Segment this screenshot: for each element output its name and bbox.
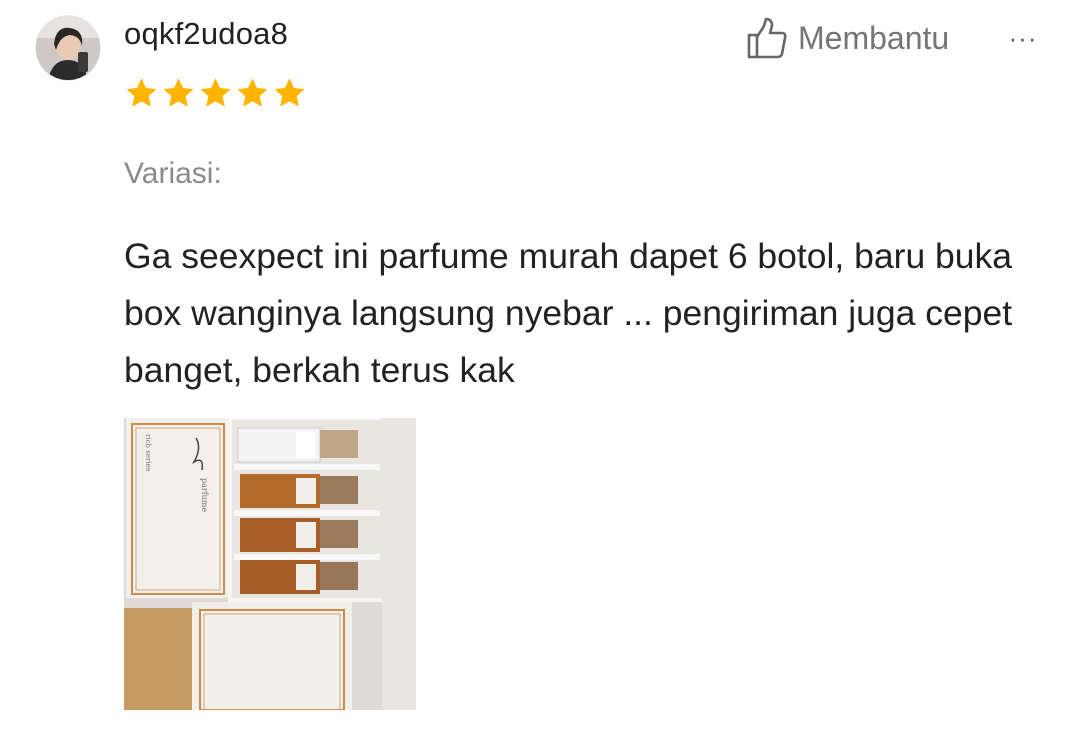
svg-text:parfume: parfume (200, 478, 209, 512)
avatar[interactable] (36, 16, 100, 80)
thumbs-up-icon (747, 17, 787, 59)
star-icon (200, 78, 231, 107)
star-icon (274, 78, 305, 107)
avatar-image (36, 16, 100, 80)
review-text: Ga seexpect ini parfume murah dapet 6 bo… (124, 236, 1013, 390)
helpful-button[interactable]: Membantu (746, 14, 949, 62)
variation-label: Variasi: (124, 157, 222, 190)
star-icon (237, 78, 268, 107)
star-icon (126, 78, 157, 107)
star-icon (163, 78, 194, 107)
helpful-label: Membantu (798, 20, 950, 56)
star-rating (124, 76, 307, 112)
svg-text:rich series: rich series (144, 434, 152, 472)
review-photo[interactable]: parfume rich series (124, 418, 416, 710)
more-options-icon[interactable]: ··· (1003, 22, 1043, 54)
review-card: oqkf2udoa8 Membantu ··· Variasi: Ga seex… (0, 0, 1080, 731)
review-photo-image: parfume rich series (124, 418, 416, 710)
reviewer-username: oqkf2udoa8 (124, 16, 289, 51)
